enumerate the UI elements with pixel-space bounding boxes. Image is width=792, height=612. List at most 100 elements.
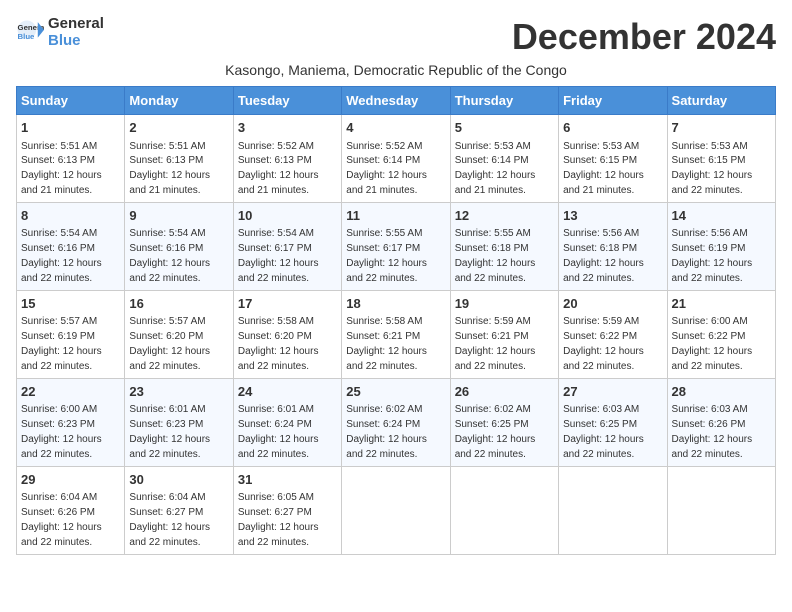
calendar-week-1: 1 Sunrise: 5:51 AMSunset: 6:13 PMDaylight… bbox=[17, 115, 776, 203]
day-info: Sunrise: 5:53 AMSunset: 6:15 PMDaylight:… bbox=[563, 141, 644, 197]
calendar-cell: 4 Sunrise: 5:52 AMSunset: 6:14 PMDaylight… bbox=[342, 115, 450, 203]
day-info: Sunrise: 6:01 AMSunset: 6:24 PMDaylight:… bbox=[238, 404, 319, 460]
header-day-saturday: Saturday bbox=[667, 87, 775, 115]
header-day-sunday: Sunday bbox=[17, 87, 125, 115]
logo-general: General bbox=[48, 16, 104, 33]
day-info: Sunrise: 6:01 AMSunset: 6:23 PMDaylight:… bbox=[129, 404, 210, 460]
day-info: Sunrise: 6:02 AMSunset: 6:24 PMDaylight:… bbox=[346, 404, 427, 460]
calendar-cell: 2 Sunrise: 5:51 AMSunset: 6:13 PMDaylight… bbox=[125, 115, 233, 203]
calendar-cell: 16 Sunrise: 5:57 AMSunset: 6:20 PMDayligh… bbox=[125, 290, 233, 378]
calendar-week-4: 22 Sunrise: 6:00 AMSunset: 6:23 PMDayligh… bbox=[17, 378, 776, 466]
day-info: Sunrise: 6:00 AMSunset: 6:23 PMDaylight:… bbox=[21, 404, 102, 460]
day-info: Sunrise: 6:02 AMSunset: 6:25 PMDaylight:… bbox=[455, 404, 536, 460]
logo: General Blue General Blue bbox=[16, 16, 104, 49]
day-info: Sunrise: 5:52 AMSunset: 6:14 PMDaylight:… bbox=[346, 141, 427, 197]
logo-blue: Blue bbox=[48, 33, 104, 50]
day-info: Sunrise: 5:56 AMSunset: 6:19 PMDaylight:… bbox=[672, 228, 753, 284]
day-info: Sunrise: 5:58 AMSunset: 6:20 PMDaylight:… bbox=[238, 316, 319, 372]
calendar-week-2: 8 Sunrise: 5:54 AMSunset: 6:16 PMDaylight… bbox=[17, 202, 776, 290]
calendar-cell: 5Sunrise: 5:53 AMSunset: 6:14 PMDaylight… bbox=[450, 115, 558, 203]
day-info: Sunrise: 6:04 AMSunset: 6:27 PMDaylight:… bbox=[129, 492, 210, 548]
calendar-cell: 10 Sunrise: 5:54 AMSunset: 6:17 PMDayligh… bbox=[233, 202, 341, 290]
day-number: 19 bbox=[455, 295, 554, 313]
day-number: 2 bbox=[129, 119, 228, 137]
day-number: 21 bbox=[672, 295, 771, 313]
header-day-friday: Friday bbox=[559, 87, 667, 115]
calendar-cell: 26Sunrise: 6:02 AMSunset: 6:25 PMDayligh… bbox=[450, 378, 558, 466]
header-day-monday: Monday bbox=[125, 87, 233, 115]
calendar-cell bbox=[450, 466, 558, 554]
day-info: Sunrise: 6:03 AMSunset: 6:25 PMDaylight:… bbox=[563, 404, 644, 460]
day-info: Sunrise: 5:56 AMSunset: 6:18 PMDaylight:… bbox=[563, 228, 644, 284]
header-row: SundayMondayTuesdayWednesdayThursdayFrid… bbox=[17, 87, 776, 115]
calendar-cell: 13 Sunrise: 5:56 AMSunset: 6:18 PMDayligh… bbox=[559, 202, 667, 290]
day-number: 5 bbox=[455, 119, 554, 137]
day-number: 17 bbox=[238, 295, 337, 313]
day-number: 29 bbox=[21, 471, 120, 489]
day-number: 27 bbox=[563, 383, 662, 401]
header-day-wednesday: Wednesday bbox=[342, 87, 450, 115]
day-info: Sunrise: 6:05 AMSunset: 6:27 PMDaylight:… bbox=[238, 492, 319, 548]
day-number: 1 bbox=[21, 119, 120, 137]
day-number: 15 bbox=[21, 295, 120, 313]
day-info: Sunrise: 5:54 AMSunset: 6:16 PMDaylight:… bbox=[129, 228, 210, 284]
calendar-cell: 11Sunrise: 5:55 AMSunset: 6:17 PMDayligh… bbox=[342, 202, 450, 290]
day-info: Sunrise: 5:55 AMSunset: 6:18 PMDaylight:… bbox=[455, 228, 536, 284]
day-number: 7 bbox=[672, 119, 771, 137]
day-info: Sunrise: 5:57 AMSunset: 6:20 PMDaylight:… bbox=[129, 316, 210, 372]
calendar-cell bbox=[559, 466, 667, 554]
calendar-cell: 1 Sunrise: 5:51 AMSunset: 6:13 PMDaylight… bbox=[17, 115, 125, 203]
day-info: Sunrise: 5:55 AMSunset: 6:17 PMDaylight:… bbox=[346, 228, 427, 284]
header-day-thursday: Thursday bbox=[450, 87, 558, 115]
day-number: 23 bbox=[129, 383, 228, 401]
calendar-cell: 28 Sunrise: 6:03 AMSunset: 6:26 PMDayligh… bbox=[667, 378, 775, 466]
logo-icon: General Blue bbox=[16, 19, 44, 47]
day-number: 12 bbox=[455, 207, 554, 225]
day-info: Sunrise: 6:03 AMSunset: 6:26 PMDaylight:… bbox=[672, 404, 753, 460]
day-number: 6 bbox=[563, 119, 662, 137]
day-number: 25 bbox=[346, 383, 445, 401]
day-info: Sunrise: 5:58 AMSunset: 6:21 PMDaylight:… bbox=[346, 316, 427, 372]
day-number: 4 bbox=[346, 119, 445, 137]
day-info: Sunrise: 5:52 AMSunset: 6:13 PMDaylight:… bbox=[238, 141, 319, 197]
calendar-cell bbox=[342, 466, 450, 554]
day-number: 8 bbox=[21, 207, 120, 225]
calendar-cell: 18 Sunrise: 5:58 AMSunset: 6:21 PMDayligh… bbox=[342, 290, 450, 378]
calendar-cell: 8 Sunrise: 5:54 AMSunset: 6:16 PMDaylight… bbox=[17, 202, 125, 290]
calendar-week-5: 29 Sunrise: 6:04 AMSunset: 6:26 PMDayligh… bbox=[17, 466, 776, 554]
day-number: 24 bbox=[238, 383, 337, 401]
header: General Blue General Blue December 2024 bbox=[16, 16, 776, 58]
day-info: Sunrise: 5:59 AMSunset: 6:21 PMDaylight:… bbox=[455, 316, 536, 372]
day-number: 22 bbox=[21, 383, 120, 401]
logo-text: General Blue bbox=[48, 16, 104, 49]
day-info: Sunrise: 5:51 AMSunset: 6:13 PMDaylight:… bbox=[21, 141, 102, 197]
calendar-cell: 6 Sunrise: 5:53 AMSunset: 6:15 PMDaylight… bbox=[559, 115, 667, 203]
day-info: Sunrise: 6:04 AMSunset: 6:26 PMDaylight:… bbox=[21, 492, 102, 548]
day-info: Sunrise: 5:59 AMSunset: 6:22 PMDaylight:… bbox=[563, 316, 644, 372]
calendar-cell: 30Sunrise: 6:04 AMSunset: 6:27 PMDayligh… bbox=[125, 466, 233, 554]
day-info: Sunrise: 5:54 AMSunset: 6:17 PMDaylight:… bbox=[238, 228, 319, 284]
calendar-cell: 12 Sunrise: 5:55 AMSunset: 6:18 PMDayligh… bbox=[450, 202, 558, 290]
subtitle: Kasongo, Maniema, Democratic Republic of… bbox=[16, 62, 776, 78]
calendar-cell: 24 Sunrise: 6:01 AMSunset: 6:24 PMDayligh… bbox=[233, 378, 341, 466]
calendar-cell: 21Sunrise: 6:00 AMSunset: 6:22 PMDayligh… bbox=[667, 290, 775, 378]
calendar-cell: 19 Sunrise: 5:59 AMSunset: 6:21 PMDayligh… bbox=[450, 290, 558, 378]
day-info: Sunrise: 5:51 AMSunset: 6:13 PMDaylight:… bbox=[129, 141, 210, 197]
day-number: 13 bbox=[563, 207, 662, 225]
calendar-cell: 3Sunrise: 5:52 AMSunset: 6:13 PMDaylight… bbox=[233, 115, 341, 203]
day-info: Sunrise: 5:54 AMSunset: 6:16 PMDaylight:… bbox=[21, 228, 102, 284]
day-number: 18 bbox=[346, 295, 445, 313]
header-day-tuesday: Tuesday bbox=[233, 87, 341, 115]
day-number: 10 bbox=[238, 207, 337, 225]
day-number: 16 bbox=[129, 295, 228, 313]
month-title: December 2024 bbox=[512, 16, 776, 58]
calendar-table: SundayMondayTuesdayWednesdayThursdayFrid… bbox=[16, 86, 776, 555]
calendar-cell: 25 Sunrise: 6:02 AMSunset: 6:24 PMDayligh… bbox=[342, 378, 450, 466]
day-number: 14 bbox=[672, 207, 771, 225]
calendar-cell: 9Sunrise: 5:54 AMSunset: 6:16 PMDaylight… bbox=[125, 202, 233, 290]
calendar-cell: 23 Sunrise: 6:01 AMSunset: 6:23 PMDayligh… bbox=[125, 378, 233, 466]
day-number: 31 bbox=[238, 471, 337, 489]
calendar-cell: 14 Sunrise: 5:56 AMSunset: 6:19 PMDayligh… bbox=[667, 202, 775, 290]
calendar-cell: 31 Sunrise: 6:05 AMSunset: 6:27 PMDayligh… bbox=[233, 466, 341, 554]
day-number: 28 bbox=[672, 383, 771, 401]
